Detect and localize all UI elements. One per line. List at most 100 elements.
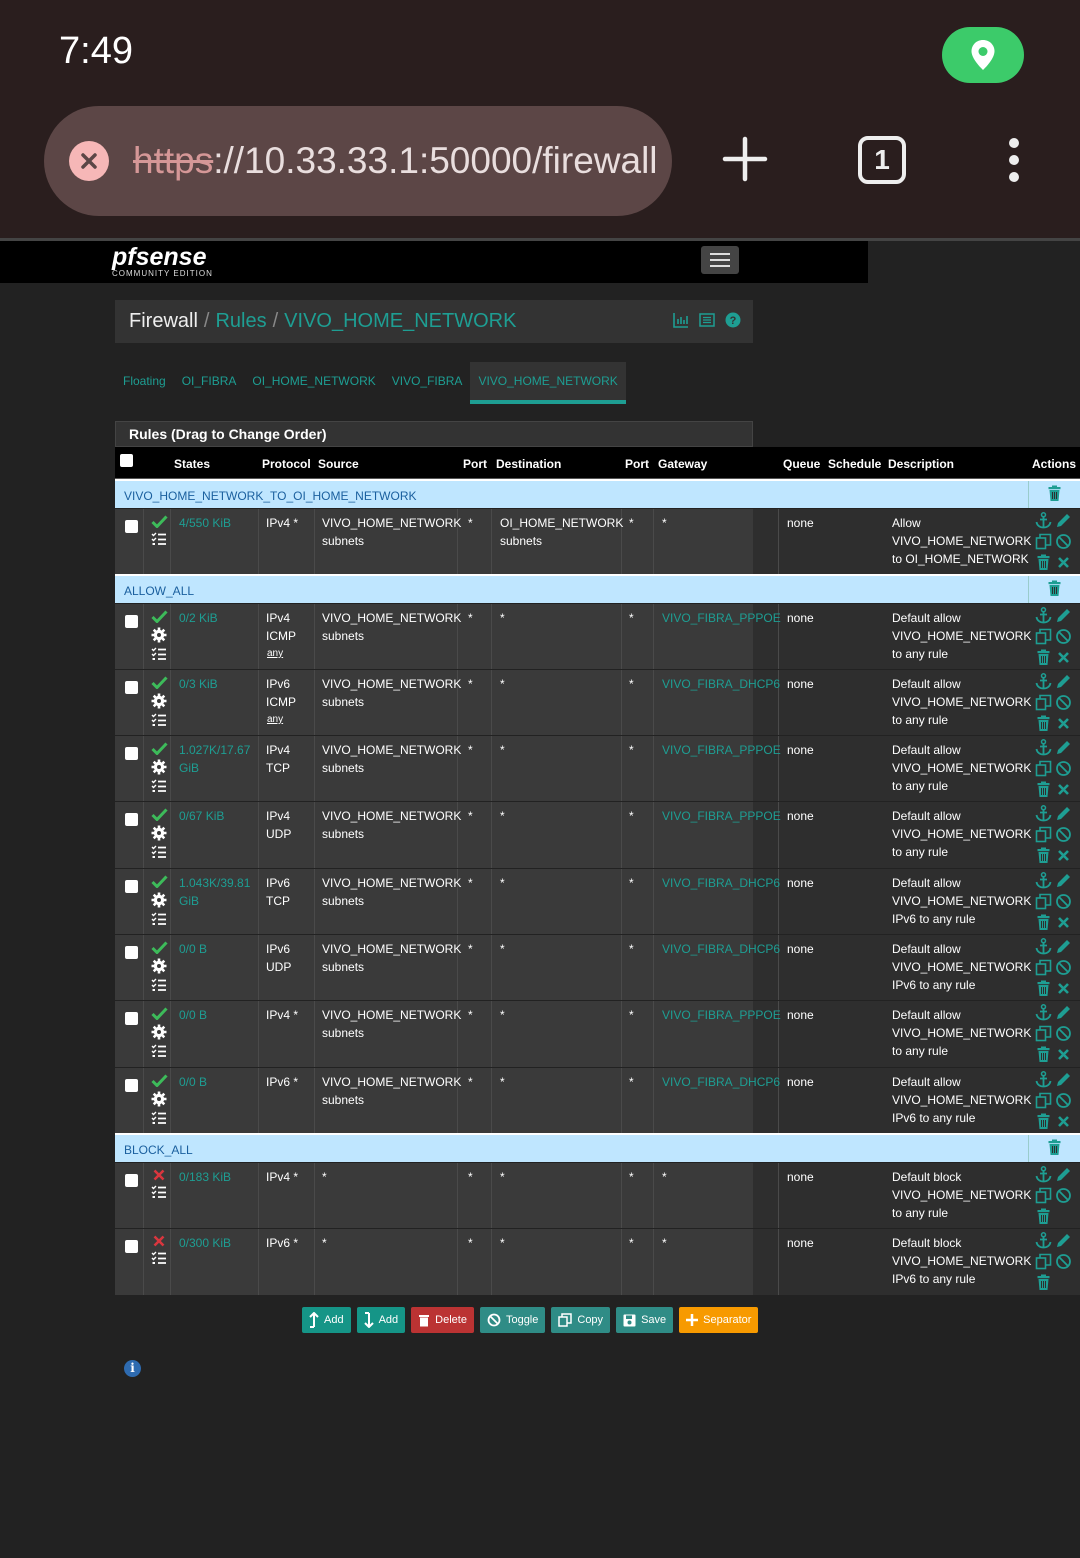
edit-pencil-icon[interactable] (1055, 1232, 1074, 1252)
disable-ban-icon[interactable] (1055, 628, 1074, 648)
tasks-list-icon[interactable] (151, 1044, 168, 1061)
tab-vivo-home-network[interactable]: VIVO_HOME_NETWORK (470, 362, 626, 404)
edit-pencil-icon[interactable] (1055, 1166, 1074, 1186)
disable-ban-icon[interactable] (1055, 826, 1074, 846)
kill-states-x-icon[interactable] (1055, 847, 1074, 867)
delete-separator-icon[interactable] (1046, 485, 1063, 505)
info-icon[interactable]: i (124, 1360, 141, 1377)
select-all-checkbox[interactable] (120, 454, 133, 467)
tasks-list-icon[interactable] (151, 912, 168, 929)
kill-states-x-icon[interactable] (1055, 914, 1074, 934)
edit-pencil-icon[interactable] (1055, 1004, 1074, 1024)
table-row[interactable]: 0/2 KiB IPv4 ICMP any VIVO_HOME_NETWORK subne… (115, 603, 1080, 669)
disable-ban-icon[interactable] (1055, 959, 1074, 979)
kill-states-x-icon[interactable] (1055, 649, 1074, 669)
disable-ban-icon[interactable] (1055, 1253, 1074, 1273)
move-anchor-icon[interactable] (1035, 1071, 1054, 1091)
delete-trash-icon[interactable] (1035, 1274, 1054, 1294)
tab-oi-home-network[interactable]: OI_HOME_NETWORK (244, 362, 383, 404)
breadcrumb-rules[interactable]: Rules (215, 310, 266, 333)
disable-ban-icon[interactable] (1055, 893, 1074, 913)
tasks-list-icon[interactable] (151, 1185, 167, 1202)
rule-checkbox[interactable] (125, 1240, 138, 1253)
edit-pencil-icon[interactable] (1055, 739, 1074, 759)
tasks-list-icon[interactable] (151, 978, 168, 995)
tab-switcher-button[interactable]: 1 (858, 136, 906, 184)
protocol-any-link[interactable]: any (267, 645, 283, 663)
separator-row[interactable]: VIVO_HOME_NETWORK_TO_OI_HOME_NETWORK (115, 479, 1080, 508)
nav-menu-button[interactable] (701, 246, 739, 274)
delete-trash-icon[interactable] (1035, 847, 1054, 867)
delete-trash-icon[interactable] (1035, 554, 1054, 574)
table-row[interactable]: 0/0 B IPv4 * VIVO_HOME_NETWORK subnets * * * VI… (115, 1000, 1080, 1067)
url-text[interactable]: https://10.33.33.1:50000/firewall (133, 140, 658, 182)
delete-trash-icon[interactable] (1035, 914, 1054, 934)
move-anchor-icon[interactable] (1035, 739, 1054, 759)
address-bar[interactable]: https://10.33.33.1:50000/firewall (44, 106, 672, 216)
gateway-cell[interactable]: VIVO_FIBRA_PPPOE (662, 1006, 781, 1024)
table-row[interactable]: 0/0 B IPv6 * VIVO_HOME_NETWORK subnets * * * VI… (115, 1067, 1080, 1133)
copy-icon[interactable] (1035, 1187, 1054, 1207)
delete-separator-icon[interactable] (1046, 1139, 1063, 1159)
gateway-cell[interactable]: VIVO_FIBRA_DHCP6 (662, 675, 780, 693)
rule-checkbox[interactable] (125, 681, 138, 694)
tasks-list-icon[interactable] (151, 1111, 168, 1128)
delete-trash-icon[interactable] (1035, 781, 1054, 801)
table-row[interactable]: 0/300 KiB IPv6 * * * * * * none Default block VIV… (115, 1228, 1080, 1295)
edit-pencil-icon[interactable] (1055, 938, 1074, 958)
separator-row[interactable]: ALLOW_ALL (115, 574, 1080, 603)
move-anchor-icon[interactable] (1035, 607, 1054, 627)
help-icon[interactable]: ? (725, 312, 741, 328)
tab-vivo-fibra[interactable]: VIVO_FIBRA (384, 362, 471, 404)
gateway-cell[interactable]: VIVO_FIBRA_PPPOE (662, 807, 781, 825)
rule-checkbox[interactable] (125, 880, 138, 893)
delete-trash-icon[interactable] (1035, 980, 1054, 1000)
tasks-list-icon[interactable] (151, 845, 168, 862)
not-secure-icon[interactable] (69, 141, 109, 181)
copy-icon[interactable] (1035, 959, 1054, 979)
copy-icon[interactable] (1035, 533, 1054, 553)
delete-button[interactable]: Delete (411, 1307, 474, 1333)
disable-ban-icon[interactable] (1055, 533, 1074, 553)
move-anchor-icon[interactable] (1035, 805, 1054, 825)
edit-pencil-icon[interactable] (1055, 1071, 1074, 1091)
edit-pencil-icon[interactable] (1055, 673, 1074, 693)
tasks-list-icon[interactable] (151, 713, 168, 730)
rule-checkbox[interactable] (125, 615, 138, 628)
rule-checkbox[interactable] (125, 946, 138, 959)
move-anchor-icon[interactable] (1035, 673, 1054, 693)
delete-trash-icon[interactable] (1035, 1046, 1054, 1066)
table-row[interactable]: 4/550 KiB IPv4 * VIVO_HOME_NETWORK subnets *… (115, 508, 1080, 574)
rule-checkbox[interactable] (125, 1012, 138, 1025)
kill-states-x-icon[interactable] (1055, 980, 1074, 1000)
copy-icon[interactable] (1035, 1253, 1054, 1273)
pfsense-logo[interactable]: pfsense COMMUNITY EDITION (112, 243, 213, 278)
overflow-menu-icon[interactable] (1004, 136, 1024, 184)
list-icon[interactable] (699, 312, 715, 328)
delete-separator-icon[interactable] (1046, 580, 1063, 600)
rule-checkbox[interactable] (125, 747, 138, 760)
gateway-cell[interactable]: VIVO_FIBRA_PPPOE (662, 609, 781, 627)
gateway-cell[interactable]: VIVO_FIBRA_DHCP6 (662, 1073, 780, 1091)
rule-checkbox[interactable] (125, 813, 138, 826)
tab-floating[interactable]: Floating (115, 362, 174, 404)
move-anchor-icon[interactable] (1035, 872, 1054, 892)
disable-ban-icon[interactable] (1055, 694, 1074, 714)
table-row[interactable]: 1.027K/17.67 GiB IPv4 TCP VIVO_HOME_NETWORK s… (115, 735, 1080, 801)
gateway-cell[interactable]: VIVO_FIBRA_PPPOE (662, 741, 781, 759)
kill-states-x-icon[interactable] (1055, 715, 1074, 735)
copy-icon[interactable] (1035, 694, 1054, 714)
tasks-list-icon[interactable] (151, 647, 168, 664)
move-anchor-icon[interactable] (1035, 512, 1054, 532)
separator-button[interactable]: Separator (679, 1307, 759, 1333)
kill-states-x-icon[interactable] (1055, 781, 1074, 801)
location-indicator[interactable] (942, 27, 1024, 83)
disable-ban-icon[interactable] (1055, 1187, 1074, 1207)
disable-ban-icon[interactable] (1055, 1092, 1074, 1112)
table-row[interactable]: 0/0 B IPv6 UDP VIVO_HOME_NETWORK subnets * * * V… (115, 934, 1080, 1000)
tasks-list-icon[interactable] (151, 1251, 167, 1268)
table-row[interactable]: 0/3 KiB IPv6 ICMP any VIVO_HOME_NETWORK subne… (115, 669, 1080, 735)
delete-trash-icon[interactable] (1035, 649, 1054, 669)
copy-icon[interactable] (1035, 628, 1054, 648)
kill-states-x-icon[interactable] (1055, 1046, 1074, 1066)
